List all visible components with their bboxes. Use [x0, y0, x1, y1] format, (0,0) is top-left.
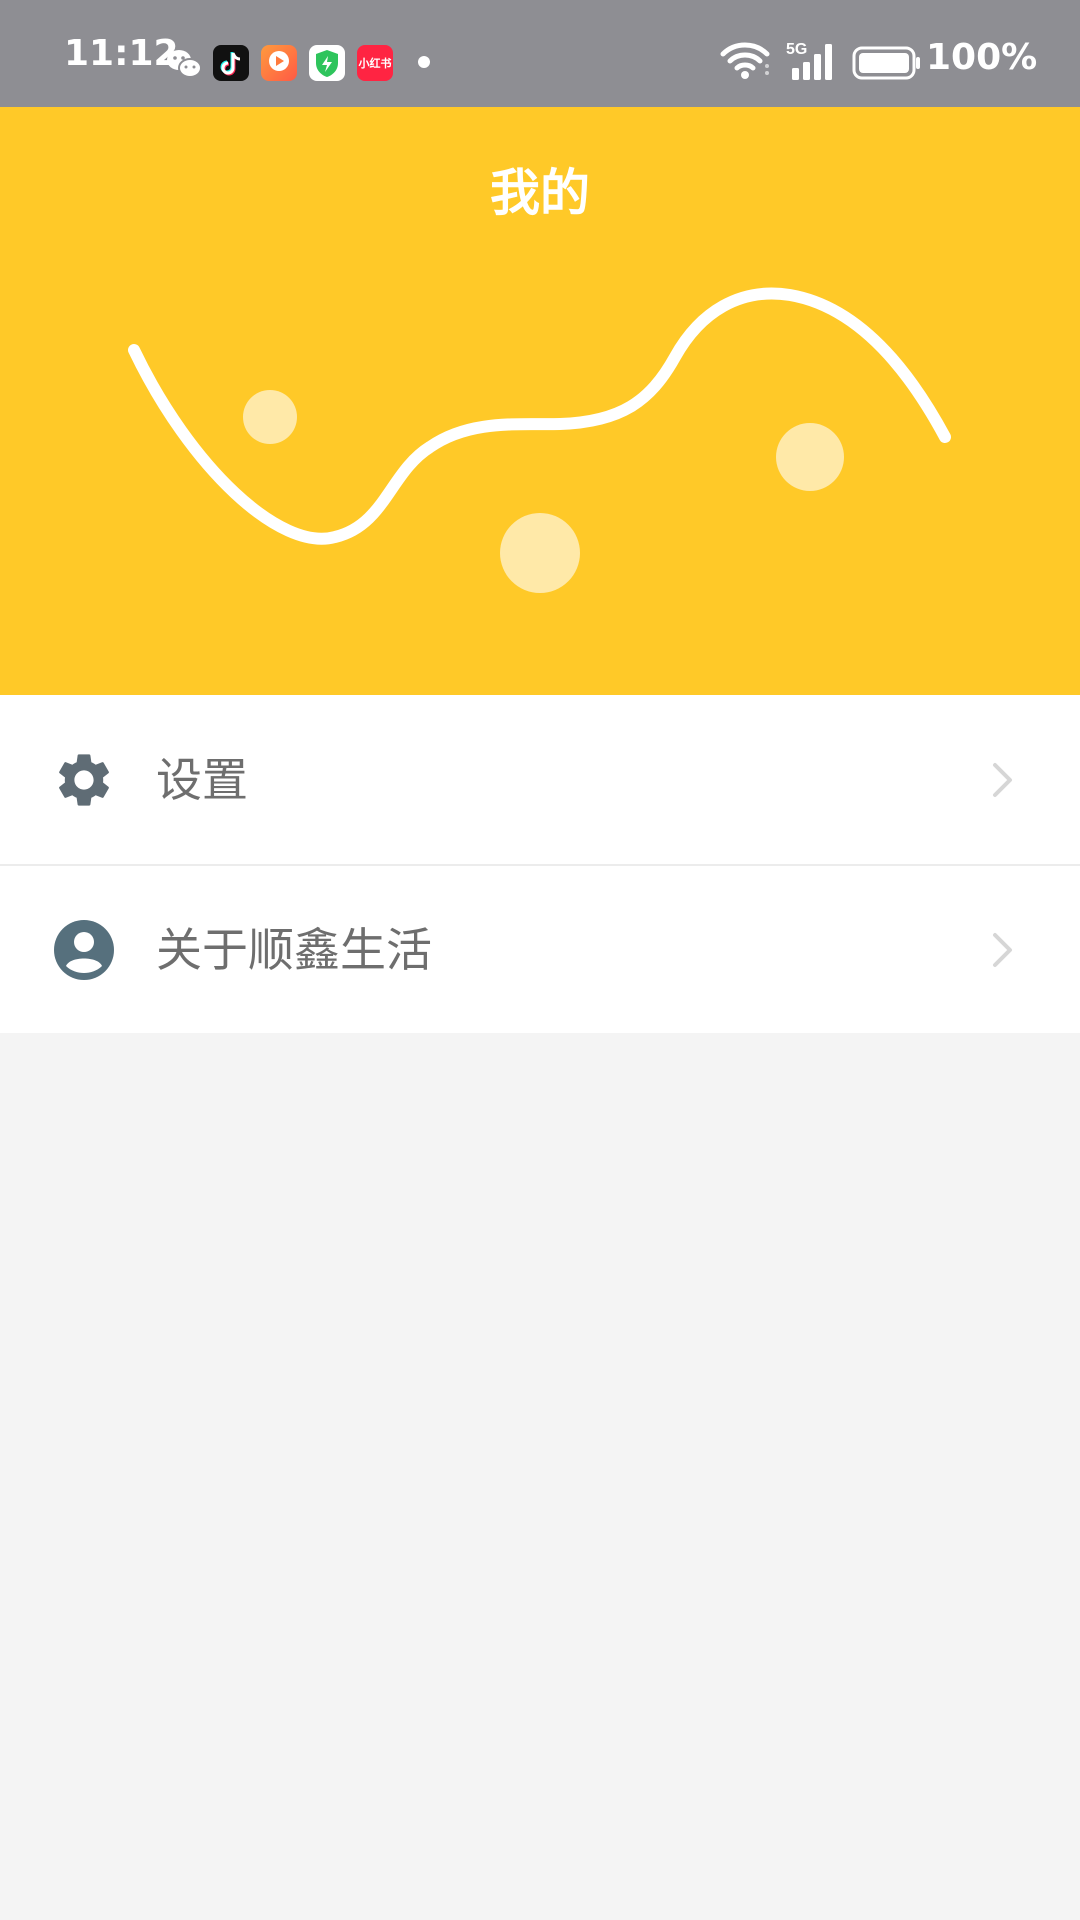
- page-title: 我的: [490, 164, 590, 222]
- status-time: 11:12: [64, 33, 179, 74]
- settings-label: 设置: [156, 752, 248, 807]
- settings-menu-item[interactable]: 设置: [0, 695, 1080, 864]
- xiaohongshu-icon: 小红书: [357, 45, 393, 81]
- menu-list: 设置 关于顺鑫生活: [0, 695, 1080, 1033]
- video-app-icon: [261, 45, 297, 81]
- wechat-icon: [164, 44, 204, 84]
- security-shield-icon: [309, 45, 345, 81]
- status-bar: 11:12 小红书 5G 100%: [0, 0, 1080, 107]
- battery-icon: [852, 46, 922, 84]
- about-label: 关于顺鑫生活: [156, 922, 432, 977]
- gear-icon: [52, 748, 116, 812]
- chevron-right-icon: [990, 760, 1016, 800]
- tiktok-icon: [213, 45, 249, 81]
- wifi-icon: [719, 40, 773, 86]
- about-menu-item[interactable]: 关于顺鑫生活: [0, 864, 1080, 1033]
- cellular-signal-icon: 5G: [786, 40, 840, 86]
- svg-text:5G: 5G: [786, 41, 807, 58]
- account-circle-icon: [52, 918, 116, 982]
- header-banner: 我的: [0, 107, 1080, 695]
- battery-percentage: 100%: [926, 37, 1038, 78]
- chevron-right-icon: [990, 930, 1016, 970]
- more-notifications-dot: [418, 56, 430, 68]
